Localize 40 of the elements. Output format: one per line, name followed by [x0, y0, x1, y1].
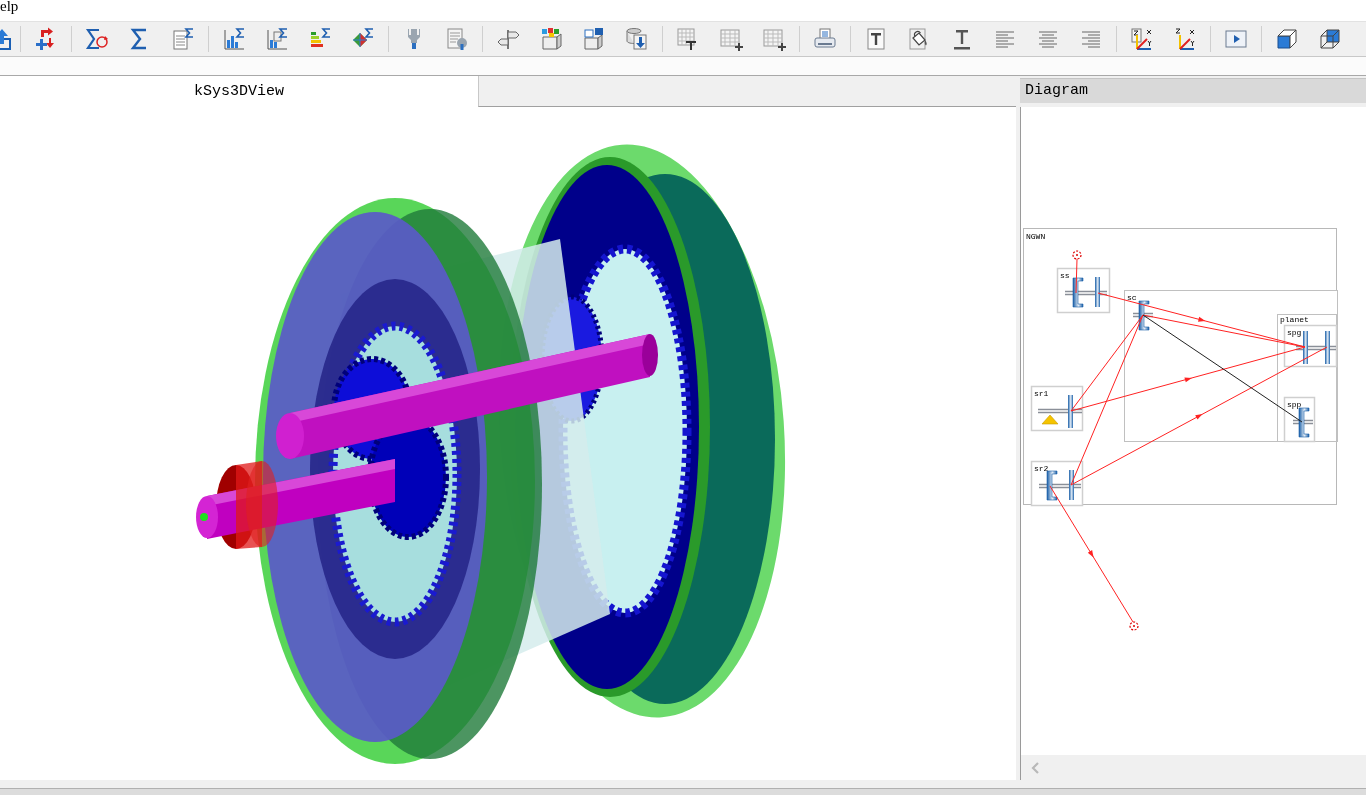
arrow-up-box-icon[interactable] — [0, 27, 14, 51]
bracket-and-disc-icon — [1064, 277, 1108, 308]
group-label: planet — [1280, 315, 1309, 324]
sigma-document-icon[interactable] — [170, 27, 195, 51]
disc-on-support-icon — [1037, 395, 1083, 428]
node-label: spg — [1287, 328, 1302, 337]
bracket-icon — [1132, 300, 1154, 331]
port-marker-icon — [1129, 621, 1139, 631]
diagram-node[interactable]: spg — [1283, 324, 1338, 368]
panel-header: Diagram — [1020, 78, 1366, 103]
wireframe-cube-icon[interactable] — [1317, 27, 1342, 51]
port-marker-icon — [1072, 250, 1082, 260]
tab[interactable]: kSys3DView — [0, 76, 478, 107]
axes-document-icon[interactable] — [1129, 27, 1154, 51]
node-label: sr1 — [1034, 389, 1049, 398]
bracket-icon — [1292, 407, 1314, 438]
solid-cube-icon[interactable] — [1274, 27, 1299, 51]
table-plus-icon[interactable] — [718, 27, 743, 51]
play-button-icon[interactable] — [1223, 27, 1248, 51]
diagram-node[interactable]: sr2 — [1030, 460, 1084, 507]
group-label: sc — [1127, 293, 1137, 302]
stacked-boxes-icon[interactable] — [581, 27, 606, 51]
diagram-node[interactable]: spp — [1283, 396, 1316, 443]
bracket-and-disc-icon — [1038, 470, 1082, 501]
diagram-node[interactable]: sr1 — [1030, 385, 1084, 432]
table-plus-icon[interactable] — [761, 27, 786, 51]
cylinder-document-arrow-icon[interactable] — [624, 27, 649, 51]
document-pin-icon[interactable] — [444, 27, 469, 51]
bar-chart-sigma-icon[interactable] — [221, 27, 246, 51]
node-label: spp — [1287, 400, 1302, 409]
printer-icon[interactable] — [812, 27, 837, 51]
connector-line — [1075, 258, 1078, 294]
bar-chart-document-sigma-icon[interactable] — [264, 27, 289, 51]
sigma-refresh-icon[interactable] — [84, 27, 109, 51]
diagram-title: NGWN — [1026, 232, 1046, 241]
node-label: ss — [1060, 271, 1070, 280]
menu-item[interactable]: elp — [0, 0, 19, 13]
node-label: sr2 — [1034, 464, 1049, 473]
diagram-node[interactable]: ss — [1056, 267, 1111, 314]
signpost-icon[interactable] — [495, 27, 520, 51]
